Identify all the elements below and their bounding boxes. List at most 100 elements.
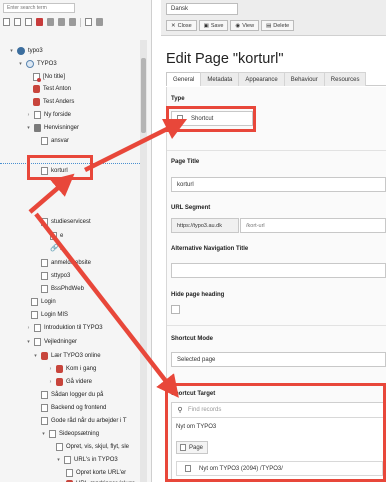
page-icon bbox=[50, 231, 57, 240]
restricted-page-icon bbox=[33, 84, 40, 93]
chevron-down-icon[interactable]: ▾ bbox=[9, 48, 14, 54]
tree-node[interactable]: e bbox=[50, 231, 63, 240]
new-hidden-page-icon[interactable] bbox=[36, 18, 43, 26]
shortcut-mode-select[interactable]: Selected page bbox=[171, 352, 386, 367]
delete-button[interactable]: ▤ Delete bbox=[261, 20, 295, 31]
tree-node[interactable]: Test Anders bbox=[33, 97, 74, 106]
filter-icon[interactable] bbox=[96, 18, 103, 26]
tab-resources[interactable]: Resources bbox=[323, 72, 367, 86]
tree-node[interactable]: › Introduktion til TYPO3 bbox=[26, 323, 103, 332]
tree-node[interactable]: Sådan logger du på bbox=[41, 390, 103, 399]
tree-node[interactable]: › Ny forside bbox=[26, 110, 71, 119]
selected-record-item[interactable]: Nyt om TYPO3 (2094) /TYPO3/ bbox=[176, 461, 383, 476]
page-browse-button[interactable]: Page bbox=[176, 441, 208, 454]
tree-node[interactable]: [No title] bbox=[33, 72, 65, 82]
tree-node-label: Test Anders bbox=[43, 98, 75, 105]
url-segment-value: /kort-url bbox=[246, 222, 265, 229]
new-page-icon[interactable] bbox=[3, 18, 10, 26]
page-icon bbox=[185, 465, 191, 472]
tree-node[interactable]: anmeldwebsite bbox=[41, 258, 91, 267]
new-sysfolder-icon[interactable] bbox=[58, 18, 65, 26]
tree-node[interactable]: ▾ typo3 bbox=[9, 46, 43, 55]
find-records-bar[interactable]: ⚲ Find records bbox=[172, 403, 385, 418]
page-button-label: Page bbox=[189, 444, 204, 451]
chevron-down-icon[interactable]: ▾ bbox=[26, 339, 31, 345]
tab-general[interactable]: General bbox=[166, 72, 202, 86]
tree-node-label: korturl bbox=[51, 167, 68, 174]
tab-behaviour[interactable]: Behaviour bbox=[283, 72, 325, 86]
url-segment-input[interactable]: /kort-url bbox=[240, 218, 386, 233]
tree-node[interactable]: Login bbox=[31, 297, 56, 306]
new-page-icon[interactable] bbox=[25, 18, 32, 26]
tree-node[interactable]: BssPhdWeb bbox=[41, 284, 84, 293]
new-recycler-icon[interactable] bbox=[69, 18, 76, 26]
page-icon bbox=[41, 217, 48, 226]
tree-node[interactable]: › Kom i gang bbox=[48, 364, 96, 373]
shortcut-page-icon bbox=[177, 115, 183, 122]
page-icon bbox=[31, 297, 38, 306]
type-value: Shortcut bbox=[191, 115, 214, 122]
chevron-down-icon[interactable]: ▾ bbox=[41, 431, 46, 437]
alt-nav-title-input[interactable] bbox=[171, 263, 386, 278]
close-button[interactable]: ✕ Close bbox=[166, 20, 197, 31]
type-select[interactable]: Shortcut bbox=[171, 111, 253, 126]
shortcut-target-label: Shortcut Target bbox=[171, 391, 216, 397]
chevron-down-icon[interactable]: ▾ bbox=[33, 353, 38, 359]
tree-node[interactable]: Gode råd når du arbejder i T bbox=[41, 416, 127, 425]
tree-node[interactable]: Backend og frontend bbox=[41, 403, 106, 412]
header-button-row: ✕ Close ▣ Save ◉ View ▤ Delete bbox=[166, 20, 295, 31]
tree-node[interactable]: Opret korte URL'er bbox=[66, 468, 126, 477]
tree-node[interactable]: 🔗 s bbox=[50, 244, 63, 253]
tree-node[interactable]: ▾ Sideopsætning bbox=[41, 429, 99, 438]
tree-node-label: Gode råd når du arbejder i T bbox=[51, 417, 127, 424]
tree-node[interactable]: studieservicest bbox=[41, 217, 91, 226]
link-icon: 🔗 bbox=[50, 244, 59, 252]
tree-node-label: Ny forside bbox=[44, 111, 72, 118]
restricted-page-icon bbox=[56, 364, 63, 373]
tree-node[interactable]: Opret, vis, skjul, flyt, sle bbox=[56, 442, 129, 451]
chevron-right-icon[interactable]: › bbox=[48, 379, 53, 385]
language-select[interactable]: Dansk bbox=[166, 3, 238, 15]
chevron-right-icon[interactable]: › bbox=[26, 325, 31, 331]
tree-node[interactable]: ▾ URL's in TYPO3 bbox=[56, 455, 118, 464]
chevron-right-icon[interactable]: › bbox=[48, 366, 53, 372]
form-divider bbox=[167, 150, 386, 151]
view-button[interactable]: ◉ View bbox=[230, 20, 260, 31]
tab-appearance[interactable]: Appearance bbox=[238, 72, 285, 86]
tab-metadata[interactable]: Metadata bbox=[200, 72, 240, 86]
tree-node[interactable]: › Gå videre bbox=[48, 377, 92, 386]
save-button[interactable]: ▣ Save bbox=[198, 20, 229, 31]
page-title: Edit Page "korturl" bbox=[166, 51, 284, 67]
chevron-down-icon[interactable]: ▾ bbox=[26, 125, 31, 131]
new-folder-icon[interactable] bbox=[47, 18, 54, 26]
tree-node[interactable]: ▾ TYPO3 bbox=[18, 59, 57, 68]
tree-node-label: s bbox=[60, 245, 63, 252]
tree-node[interactable]: Login MIS bbox=[31, 310, 68, 319]
view-icon: ◉ bbox=[235, 22, 241, 29]
tree-scrollbar-thumb[interactable] bbox=[141, 58, 146, 133]
chevron-down-icon[interactable]: ▾ bbox=[56, 457, 61, 463]
tree-node[interactable]: ▾ Lær TYPO3 online bbox=[33, 351, 101, 360]
tree-node[interactable]: Test Anton bbox=[33, 84, 71, 93]
tree-node[interactable]: ▾ Vejledninger bbox=[26, 337, 77, 346]
globe-icon bbox=[26, 59, 34, 68]
page-title-input[interactable]: korturl bbox=[171, 177, 386, 192]
search-icon: ⚲ bbox=[177, 407, 183, 414]
tree-node[interactable]: ansvar bbox=[41, 136, 69, 145]
page-icon bbox=[41, 284, 48, 293]
tree-search-input[interactable] bbox=[3, 3, 75, 13]
close-button-label: Close bbox=[177, 22, 192, 29]
tree-node[interactable]: korturl bbox=[41, 166, 68, 175]
tree-node[interactable]: ▾ Henvisninger bbox=[26, 123, 79, 132]
hide-heading-checkbox[interactable] bbox=[171, 305, 180, 314]
link-page-icon[interactable] bbox=[85, 18, 92, 26]
chevron-down-icon[interactable]: ▾ bbox=[18, 61, 23, 67]
new-page-icon[interactable] bbox=[14, 18, 21, 26]
tree-node[interactable]: sttypo3 bbox=[41, 271, 70, 280]
find-records-placeholder: Find records bbox=[188, 407, 222, 413]
tree-node-label: Henvisninger bbox=[44, 124, 80, 131]
chevron-right-icon[interactable]: › bbox=[26, 112, 31, 118]
tree-node-label: Kom i gang bbox=[66, 365, 97, 372]
tree-node-label: studieservicest bbox=[51, 218, 91, 225]
page-icon bbox=[41, 416, 48, 425]
